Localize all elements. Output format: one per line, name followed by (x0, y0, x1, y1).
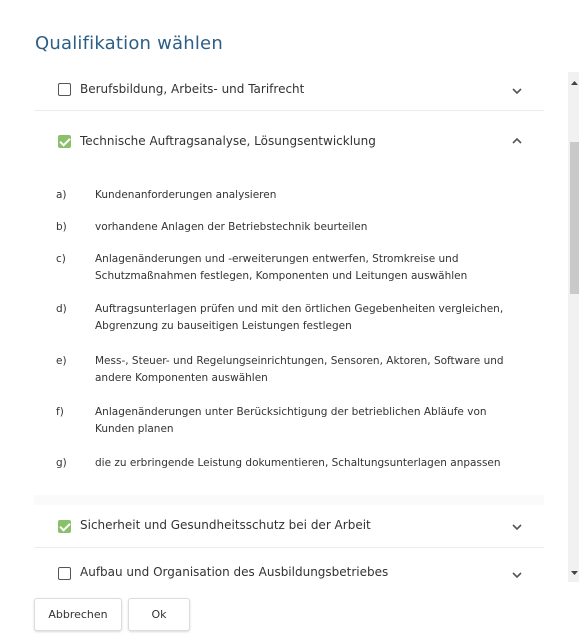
qualification-list: Berufsbildung, Arbeits- und Tarifrecht T… (34, 72, 544, 582)
item-key: g) (56, 457, 67, 469)
scroll-up-arrow-icon[interactable] (570, 78, 579, 88)
checkbox-checked[interactable] (58, 520, 71, 533)
section-technische-auftragsanalyse[interactable]: Technische Auftragsanalyse, Lösungsentwi… (34, 111, 544, 171)
section-label: Sicherheit und Gesundheitsschutz bei der… (80, 518, 371, 532)
section-aufbau-organisation[interactable]: Aufbau und Organisation des Ausbildungsb… (34, 548, 544, 582)
scroll-thumb[interactable] (570, 142, 579, 294)
cancel-button[interactable]: Abbrechen (34, 598, 122, 631)
checkbox-checked[interactable] (58, 135, 71, 148)
item-text: Mess-, Steuer- und Regelungseinrichtunge… (95, 355, 504, 384)
section-berufsbildung[interactable]: Berufsbildung, Arbeits- und Tarifrecht (34, 72, 544, 110)
checkbox[interactable] (58, 567, 71, 580)
chevron-down-icon[interactable] (511, 521, 523, 533)
section-items: a) Kundenanforderungen analysieren b) vo… (34, 171, 544, 495)
item-key: b) (56, 221, 67, 233)
section-label: Aufbau und Organisation des Ausbildungsb… (80, 565, 389, 579)
chevron-up-icon[interactable] (511, 135, 523, 147)
item-text: Auftragsunterlagen prüfen und mit den ör… (95, 303, 504, 332)
section-label: Berufsbildung, Arbeits- und Tarifrecht (80, 82, 305, 96)
scroll-down-arrow-icon[interactable] (570, 568, 579, 578)
item-key: f) (56, 406, 64, 418)
dialog-title: Qualifikation wählen (35, 33, 223, 54)
item-text: Anlagenänderungen unter Berücksichtigung… (95, 406, 487, 435)
section-sicherheit[interactable]: Sicherheit und Gesundheitsschutz bei der… (34, 505, 544, 547)
chevron-down-icon[interactable] (511, 85, 523, 97)
chevron-down-icon[interactable] (511, 569, 523, 581)
item-text: die zu erbringende Leistung dokumentiere… (95, 457, 501, 469)
item-key: e) (56, 355, 67, 367)
item-key: c) (56, 253, 66, 265)
item-text: Kundenanforderungen analysieren (95, 189, 277, 201)
item-key: a) (56, 189, 67, 201)
section-label: Technische Auftragsanalyse, Lösungsentwi… (80, 134, 376, 148)
item-text: Anlagenänderungen und -erweiterungen ent… (95, 253, 468, 282)
ok-button[interactable]: Ok (128, 598, 190, 631)
checkbox[interactable] (58, 83, 71, 96)
item-text: vorhandene Anlagen der Betriebstechnik b… (95, 221, 368, 233)
scrollbar[interactable] (568, 72, 579, 582)
item-key: d) (56, 303, 67, 315)
